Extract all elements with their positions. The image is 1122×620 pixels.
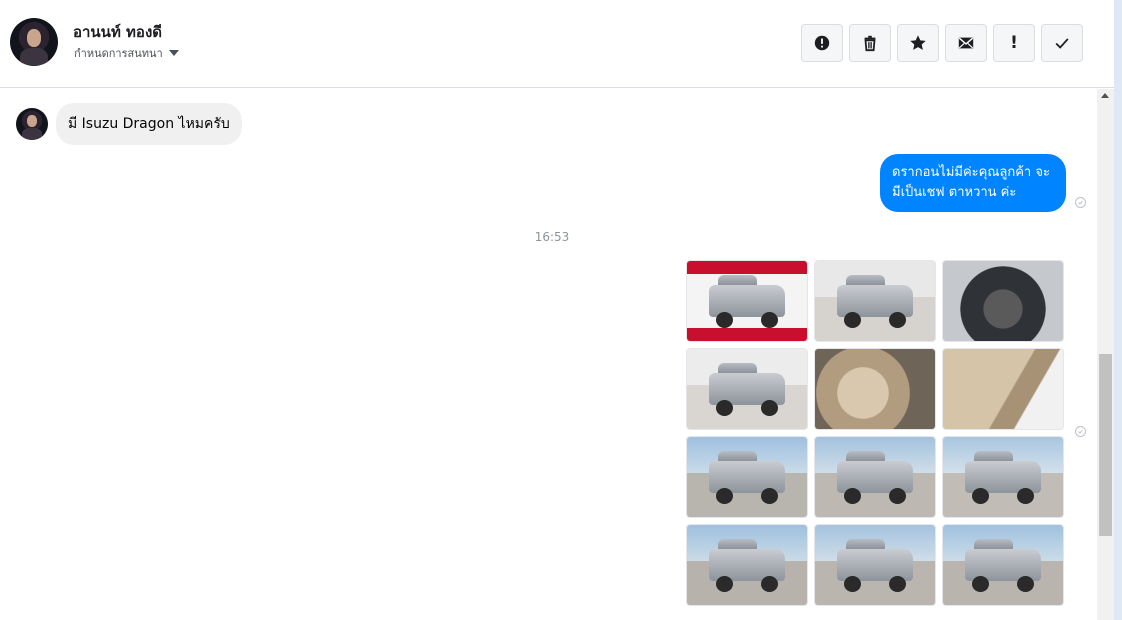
photo-door-panel[interactable]	[942, 348, 1064, 430]
seen-indicator-icon	[1075, 197, 1086, 208]
photo-outdoor-rear[interactable]	[814, 436, 936, 518]
avatar-body	[19, 47, 49, 66]
promo-footer	[687, 328, 807, 341]
seen-indicator-icon	[1075, 426, 1086, 437]
delete-button[interactable]	[849, 24, 891, 62]
thread-scrollbar[interactable]	[1097, 89, 1114, 620]
photo-engine-bay[interactable]	[942, 260, 1064, 342]
check-icon	[1055, 38, 1069, 49]
photo-promo-front[interactable]	[686, 260, 808, 342]
scroll-thumb[interactable]	[1099, 354, 1112, 536]
caret-down-icon	[168, 50, 179, 56]
photo-outdoor-rear-angle[interactable]	[686, 524, 808, 606]
photo-front-showroom[interactable]	[814, 260, 936, 342]
mark-unread-button[interactable]	[945, 24, 987, 62]
wheel	[761, 312, 779, 329]
trash-icon	[864, 35, 876, 52]
window-edge	[1114, 0, 1122, 620]
avatar-body	[22, 127, 42, 140]
door-panel-area	[943, 349, 1063, 429]
wheel	[971, 488, 989, 505]
promo-banner	[687, 261, 807, 274]
photo-outdoor-rear-center[interactable]	[814, 524, 936, 606]
photo-front-angle[interactable]	[686, 348, 808, 430]
scroll-up-arrow-icon[interactable]	[1101, 93, 1109, 98]
wheel	[715, 488, 733, 505]
conversation-label-text: กำหนดการสนทนา	[74, 47, 163, 60]
conversation-header: อานนท์ ทองดี กำหนดการสนทนา !	[0, 0, 1114, 88]
mark-important-icon: !	[1010, 33, 1018, 53]
wheel	[715, 312, 733, 329]
photo-interior-seats[interactable]	[814, 348, 936, 430]
photo-gallery	[686, 260, 1066, 606]
wheel	[715, 400, 733, 417]
interior-area	[815, 349, 935, 429]
wheel	[971, 576, 989, 593]
mark-done-button[interactable]	[1041, 24, 1083, 62]
mark-important-button[interactable]: !	[993, 24, 1035, 62]
star-button[interactable]	[897, 24, 939, 62]
star-icon	[910, 35, 926, 50]
message-thread[interactable]: มี Isuzu Dragon ไหมครับ ดรากอนไม่มีค่ะคุ…	[0, 89, 1097, 620]
wheel	[843, 488, 861, 505]
wheel	[843, 576, 861, 593]
contact-avatar[interactable]	[10, 18, 58, 66]
photo-outdoor-side[interactable]	[942, 436, 1064, 518]
messenger-window: อานนท์ ทองดี กำหนดการสนทนา ! มี Isuzu Dr…	[0, 0, 1122, 620]
spam-icon	[814, 35, 830, 51]
sender-avatar	[16, 108, 48, 140]
spam-button[interactable]	[801, 24, 843, 62]
contact-name[interactable]: อานนท์ ทองดี	[73, 20, 162, 44]
conversation-label-dropdown[interactable]: กำหนดการสนทนา	[74, 44, 179, 62]
photo-outdoor-front-center[interactable]	[942, 524, 1064, 606]
outgoing-message[interactable]: ดรากอนไม่มีค่ะคุณลูกค้า จะมีเป็นเชฟ ตาหว…	[880, 154, 1066, 212]
wheel	[715, 576, 733, 593]
header-actions: !	[801, 24, 1083, 62]
message-timestamp: 16:53	[534, 230, 570, 244]
avatar-face	[27, 115, 37, 128]
incoming-message[interactable]: มี Isuzu Dragon ไหมครับ	[56, 103, 242, 145]
mail-icon	[958, 37, 974, 49]
avatar-face	[26, 28, 42, 47]
engine-area	[943, 261, 1063, 341]
photo-outdoor-front[interactable]	[686, 436, 808, 518]
wheel	[843, 312, 861, 329]
